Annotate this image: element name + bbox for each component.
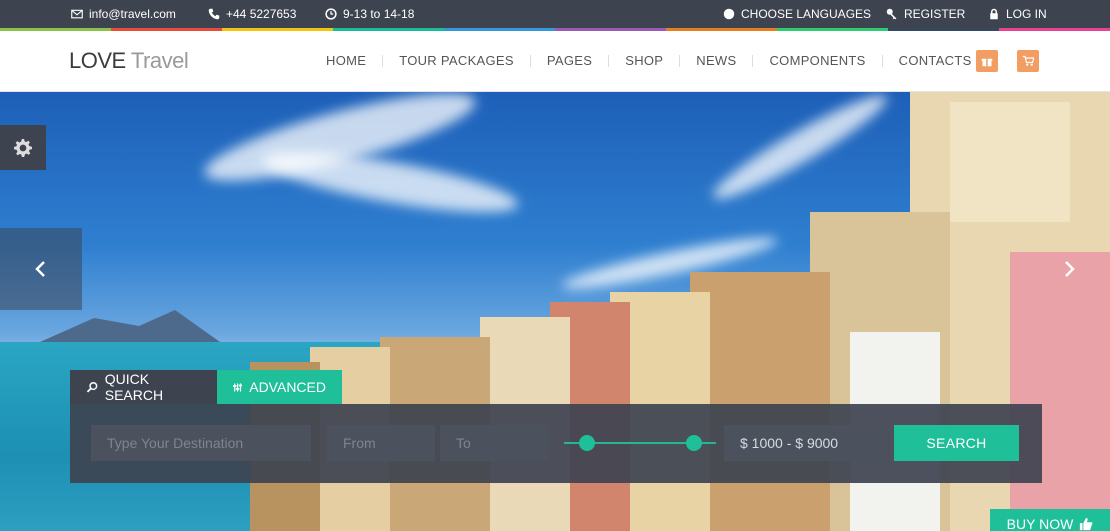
lock-icon	[990, 8, 998, 20]
settings-button[interactable]	[0, 125, 46, 170]
date-to-input[interactable]: To	[440, 425, 548, 461]
tab-quick-label: QUICK SEARCH	[104, 371, 164, 403]
search-tabs: QUICK SEARCH ADVANCED	[70, 370, 342, 404]
gear-icon	[14, 138, 32, 157]
price-range-display: $ 1000 - $ 9000	[724, 425, 878, 461]
clock-icon	[325, 8, 337, 20]
login-text: LOG IN	[1006, 7, 1047, 21]
tab-quick-search[interactable]: QUICK SEARCH	[70, 370, 217, 404]
envelope-icon	[71, 9, 83, 19]
date-from-input[interactable]: From	[327, 425, 435, 461]
chevron-right-icon	[1065, 261, 1075, 277]
thumbs-up-icon	[1080, 517, 1093, 531]
email-link[interactable]: info@travel.com	[71, 7, 176, 21]
cart-icon	[1022, 55, 1034, 66]
top-bar: info@travel.com +44 5227653 9-13 to 14-1…	[0, 0, 1110, 28]
nav-home[interactable]: HOME	[310, 53, 382, 68]
tab-advanced[interactable]: ADVANCED	[217, 370, 342, 404]
search-icon	[86, 381, 98, 393]
nav-pages[interactable]: PAGES	[531, 53, 608, 68]
site-logo[interactable]: LOVE Travel	[69, 48, 189, 74]
destination-input[interactable]: Type Your Destination	[91, 425, 311, 461]
nav-contacts[interactable]: CONTACTS	[883, 53, 988, 68]
nav-components[interactable]: COMPONENTS	[753, 53, 881, 68]
building	[950, 102, 1070, 222]
gift-button[interactable]	[976, 50, 998, 72]
phone-link[interactable]: +44 5227653	[208, 7, 296, 21]
search-panel: Type Your Destination From To $ 1000 - $…	[70, 404, 1042, 483]
building	[690, 272, 830, 531]
register-link[interactable]: REGISTER	[886, 7, 965, 21]
key-icon	[886, 8, 897, 20]
logo-bold: LOVE	[69, 48, 126, 73]
cart-button[interactable]	[1017, 50, 1039, 72]
slider-prev-button[interactable]	[0, 228, 82, 310]
slider-max-handle[interactable]	[686, 435, 702, 451]
phone-text: +44 5227653	[226, 7, 297, 21]
chevron-left-icon	[35, 261, 45, 277]
hero-slider: QUICK SEARCH ADVANCED Type Your Destinat…	[0, 92, 1110, 531]
nav-news[interactable]: NEWS	[680, 53, 752, 68]
languages-text: CHOOSE LANGUAGES	[741, 7, 872, 21]
sliders-icon	[233, 382, 243, 392]
nav-tour-packages[interactable]: TOUR PACKAGES	[383, 53, 530, 68]
phone-icon	[208, 8, 220, 20]
login-link[interactable]: LOG IN	[988, 7, 1047, 21]
slider-next-button[interactable]	[1028, 228, 1110, 310]
email-text: info@travel.com	[89, 7, 176, 21]
gift-icon	[981, 58, 993, 67]
hours-text: 9-13 to 14-18	[343, 7, 415, 21]
logo-light: Travel	[130, 48, 189, 73]
register-text: REGISTER	[904, 7, 966, 21]
choose-languages-link[interactable]: CHOOSE LANGUAGES	[723, 7, 871, 21]
main-nav: HOME TOUR PACKAGES PAGES SHOP NEWS COMPO…	[310, 53, 988, 68]
globe-icon	[723, 8, 735, 20]
price-slider[interactable]	[564, 435, 716, 451]
buy-now-label: BUY NOW	[1006, 516, 1074, 531]
slider-min-handle[interactable]	[579, 435, 595, 451]
search-button[interactable]: SEARCH	[894, 425, 1019, 461]
tab-advanced-label: ADVANCED	[249, 379, 326, 395]
opening-hours: 9-13 to 14-18	[325, 7, 414, 21]
buy-now-button[interactable]: BUY NOW	[990, 509, 1110, 531]
nav-shop[interactable]: SHOP	[609, 53, 679, 68]
site-header: LOVE Travel HOME TOUR PACKAGES PAGES SHO…	[0, 31, 1110, 92]
